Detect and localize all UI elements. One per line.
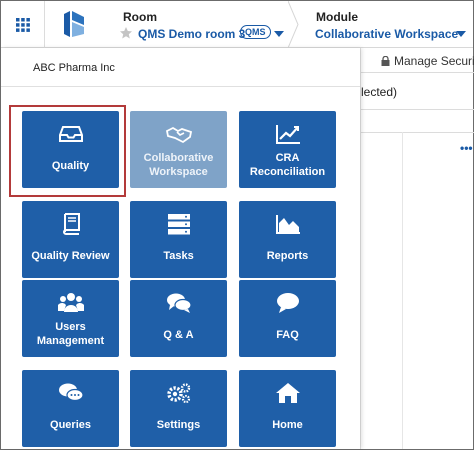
- tile-label: Home: [239, 418, 336, 432]
- background-page: Manage Security lected) •••: [360, 48, 474, 449]
- selection-count-text: lected): [361, 85, 398, 99]
- lock-icon: [381, 56, 390, 66]
- tile-faq[interactable]: FAQ: [239, 280, 336, 357]
- tile-label-line: Reports: [266, 250, 309, 262]
- column-divider: [402, 132, 403, 449]
- handshake-icon: [165, 123, 192, 145]
- tile-label: Tasks: [130, 249, 227, 263]
- app-launcher-button[interactable]: [1, 1, 45, 48]
- tile-label-line: FAQ: [276, 329, 299, 341]
- tile-cra-reconciliation[interactable]: CRA Reconciliation: [239, 111, 336, 188]
- tile-label-line: CRA: [275, 152, 300, 164]
- tile-label: Queries: [22, 418, 119, 432]
- users-icon: [56, 292, 85, 314]
- tile-label: Quality Review: [22, 249, 119, 263]
- chat-icon: [58, 382, 84, 404]
- tile-label-line: Reconciliation: [249, 166, 326, 178]
- tile-label: Settings: [130, 418, 227, 432]
- tile-label-line: Settings: [156, 419, 201, 431]
- tile-home[interactable]: Home: [239, 370, 336, 447]
- breadcrumb-separator-icon: [288, 1, 299, 48]
- room-name: QMS Demo room 3: [138, 27, 246, 41]
- divider: [361, 72, 474, 73]
- tile-label: Collaborative Workspace: [130, 151, 227, 179]
- comment-icon: [275, 292, 301, 314]
- comments-icon: [166, 292, 192, 314]
- module-label: Module: [316, 10, 358, 24]
- manage-security-button[interactable]: Manage Security: [381, 54, 474, 68]
- tile-quality[interactable]: Quality: [22, 111, 119, 188]
- tile-label-line: Workspace: [149, 166, 208, 178]
- chevron-down-icon[interactable]: [456, 31, 466, 37]
- tile-users-management[interactable]: Users Management: [22, 280, 119, 357]
- tile-label-line: Queries: [50, 419, 91, 431]
- tile-label-line: Tasks: [163, 250, 194, 262]
- tile-tasks[interactable]: Tasks: [130, 201, 227, 278]
- tile-label-line: Quality: [51, 160, 90, 172]
- grid-icon: [15, 17, 30, 32]
- organization-name: ABC Pharma Inc: [33, 62, 115, 74]
- module-switcher-panel: ABC Pharma Inc Quality Collaborative Works…: [1, 48, 360, 449]
- inbox-icon: [58, 123, 84, 145]
- divider: [361, 109, 474, 110]
- tile-label-line: Home: [272, 419, 303, 431]
- more-options-icon[interactable]: •••: [460, 141, 473, 155]
- room-label: Room: [123, 10, 157, 24]
- tile-q-a[interactable]: Q & A: [130, 280, 227, 357]
- room-selector[interactable]: Room QMS Demo room 3 QMS: [114, 1, 296, 48]
- tile-collaborative-workspace: Collaborative Workspace: [130, 111, 227, 188]
- tile-label-line: Management: [36, 335, 105, 347]
- cogs-icon: [166, 382, 192, 404]
- tile-label-line: Collaborative: [143, 152, 214, 164]
- tile-queries[interactable]: Queries: [22, 370, 119, 447]
- top-header: Room QMS Demo room 3 QMS Module Collabor…: [1, 1, 473, 48]
- home-icon: [275, 382, 301, 404]
- tile-label-line: Users: [55, 321, 86, 333]
- area-chart-icon: [275, 213, 301, 235]
- tile-settings[interactable]: Settings: [130, 370, 227, 447]
- tile-label: Users Management: [22, 320, 119, 348]
- tile-quality-review[interactable]: Quality Review: [22, 201, 119, 278]
- book-icon: [58, 213, 84, 235]
- tile-label: Reports: [239, 249, 336, 263]
- divider: [361, 132, 474, 133]
- tile-label: CRA Reconciliation: [239, 151, 336, 179]
- tile-label-line: Q & A: [163, 329, 194, 341]
- manage-security-label: Manage Security: [394, 54, 474, 68]
- tile-label: FAQ: [239, 328, 336, 342]
- tile-reports[interactable]: Reports: [239, 201, 336, 278]
- module-selector[interactable]: Module Collaborative Workspace: [304, 1, 474, 48]
- chevron-down-icon[interactable]: [274, 31, 284, 37]
- app-logo: [64, 11, 84, 37]
- room-type-badge: QMS: [240, 25, 271, 39]
- server-icon: [166, 213, 192, 235]
- tile-label-line: Quality Review: [31, 250, 110, 262]
- line-chart-icon: [275, 123, 301, 145]
- tile-label: Quality: [22, 159, 119, 173]
- module-name: Collaborative Workspace: [315, 27, 459, 41]
- star-icon[interactable]: [119, 26, 133, 40]
- divider: [1, 86, 360, 87]
- tile-label: Q & A: [130, 328, 227, 342]
